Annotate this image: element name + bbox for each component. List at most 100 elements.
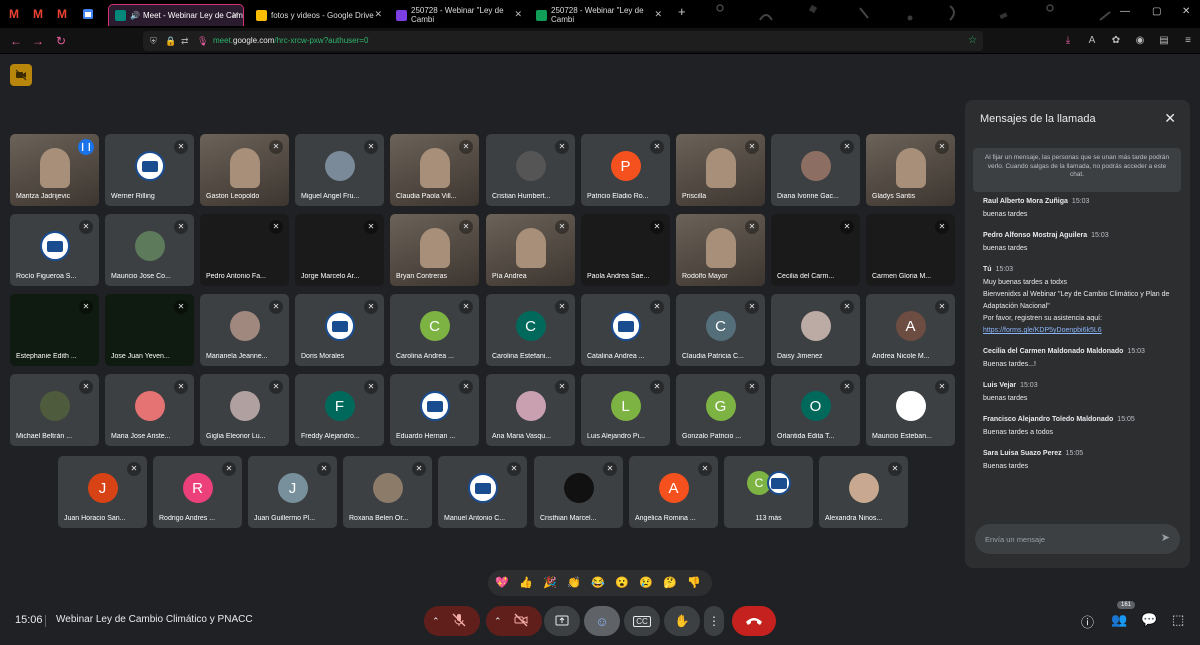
participant-tile[interactable]: ✕ Paola Andrea Sae... (581, 214, 670, 286)
participant-tile[interactable]: ✕ Gladys Santis (866, 134, 955, 206)
participant-tile[interactable]: ✕ Jose Juan Yeven... (105, 294, 194, 366)
participant-tile[interactable]: ✕ Bryan Contreras (390, 214, 479, 286)
mic-off-icon[interactable] (452, 613, 466, 630)
participant-tile[interactable]: ❙❙ Maritza Jadrijevic (10, 134, 99, 206)
party-popper-icon[interactable]: 🎉 (542, 575, 558, 591)
participant-tile[interactable]: C ✕ Carolina Estefani... (486, 294, 575, 366)
participant-tile[interactable]: ✕ Michael Beltrán ... (10, 374, 99, 446)
forward-icon[interactable]: → (32, 34, 44, 48)
thumbs-down-icon[interactable]: 👎 (686, 575, 702, 591)
participant-tile[interactable]: P ✕ Patricio Eladio Ro... (581, 134, 670, 206)
participant-tile[interactable]: C ✕ Claudia Patricia C... (676, 294, 765, 366)
participant-tile[interactable]: ✕ Mauricio Jose Co... (105, 214, 194, 286)
people-icon[interactable]: 👥 (1111, 612, 1127, 628)
participant-tile[interactable]: ✕ Estephanie Edith ... (10, 294, 99, 366)
close-window-icon[interactable]: ✕ (1182, 6, 1190, 17)
calendar-pinned-tab-icon[interactable] (80, 6, 96, 22)
thinking-icon[interactable]: 🤔 (662, 575, 678, 591)
minimize-icon[interactable]: — (1120, 6, 1130, 17)
gmail-pinned-tab-icon[interactable]: M (54, 6, 70, 22)
chat-input[interactable] (985, 531, 1155, 547)
send-icon[interactable]: ➤ (1161, 531, 1170, 544)
url-text[interactable]: meet.google.com/hrc-xrcw-pxw?authuser=0 (213, 31, 368, 51)
extension-icon[interactable]: ✿ (1110, 35, 1122, 47)
participant-tile[interactable]: ✕ Carmen Gloria M... (866, 214, 955, 286)
participant-tile[interactable]: A ✕ Andrea Nicole M... (866, 294, 955, 366)
participant-tile[interactable]: F ✕ Freddy Alejandro... (295, 374, 384, 446)
camera-off-icon[interactable] (514, 613, 528, 630)
participant-tile[interactable]: ✕ Diana Ivonne Gac... (771, 134, 860, 206)
gmail-pinned-tab-icon[interactable]: M (6, 6, 22, 22)
participant-tile[interactable]: ✕ Ana Maria Vasqu... (486, 374, 575, 446)
participant-tile[interactable]: ✕ Pedro Antonio Fa... (200, 214, 289, 286)
sparkling-heart-icon[interactable]: 💖 (494, 575, 510, 591)
participant-tile[interactable]: ✕ Werner Rilling (105, 134, 194, 206)
download-icon[interactable]: ⤓ (1062, 35, 1074, 47)
tab-meet[interactable]: 🔊 Meet - Webinar Ley de Cam ✕ (108, 4, 244, 26)
participant-tile[interactable]: J ✕ Juan Horacio San... (58, 456, 147, 528)
gmail-pinned-tab-icon[interactable]: M (30, 6, 46, 22)
participant-tile[interactable]: ✕ Doris Morales (295, 294, 384, 366)
surprised-icon[interactable]: 😮 (614, 575, 630, 591)
participant-tile[interactable]: ✕ Marianela Jeanne... (200, 294, 289, 366)
leave-call-button[interactable] (732, 606, 776, 636)
participant-tile[interactable]: ✕ Jorge Marcelo Ar... (295, 214, 384, 286)
video-options-chevron-icon[interactable]: ⌃ (494, 616, 502, 627)
participant-tile[interactable]: C ✕ Carolina Andrea ... (390, 294, 479, 366)
more-options-button[interactable]: ⋮ (704, 606, 724, 636)
participant-tile[interactable]: L ✕ Luis Alejandro Pi... (581, 374, 670, 446)
permissions-icon[interactable]: ⇄ (181, 31, 189, 51)
participant-tile[interactable]: ✕ Gaston Leopoldo (200, 134, 289, 206)
meeting-info-icon[interactable]: ⓘ (1081, 612, 1094, 631)
participant-tile[interactable]: ✕ Cecilia del Carm... (771, 214, 860, 286)
participant-tile[interactable]: ✕ Maria Jose Ariste... (105, 374, 194, 446)
reactions-button[interactable]: ☺ (584, 606, 620, 636)
back-icon[interactable]: ← (10, 34, 22, 48)
close-tab-icon[interactable]: ✕ (514, 9, 522, 20)
activities-icon[interactable]: ⬚ (1172, 612, 1184, 628)
clapping-hands-icon[interactable]: 👏 (566, 575, 582, 591)
chat-icon[interactable]: 💬 (1141, 612, 1157, 628)
close-chat-icon[interactable]: ✕ (1164, 110, 1176, 127)
participant-tile[interactable]: O ✕ Orlantida Edita T... (771, 374, 860, 446)
participant-tile[interactable]: ✕ Giglia Eleonor Lu... (200, 374, 289, 446)
participant-tile[interactable]: ✕ Miguel Angel Fru... (295, 134, 384, 206)
present-screen-button[interactable] (544, 606, 580, 636)
participant-tile[interactable]: ✕ Claudia Paola Vill... (390, 134, 479, 206)
tab-drive[interactable]: fotos y videos - Google Drive ✕ (250, 4, 386, 26)
participant-tile[interactable]: J ✕ Juan Guillermo Pl... (248, 456, 337, 528)
participant-tile[interactable]: ✕ Rocío Figueroa S... (10, 214, 99, 286)
audio-playing-icon[interactable]: 🔊 (130, 11, 140, 20)
menu-icon[interactable]: ≡ (1182, 35, 1194, 47)
laughing-icon[interactable]: 😂 (590, 575, 606, 591)
message-link[interactable]: https://forms.gle/KDP5yDoenpbi6k5L6 (983, 327, 1102, 334)
participant-tile[interactable]: A ✕ Angelica Romina ... (629, 456, 718, 528)
participant-tile[interactable]: ✕ Rodolfo Mayor (676, 214, 765, 286)
bookmark-star-icon[interactable]: ☆ (968, 31, 977, 51)
close-tab-icon[interactable]: ✕ (231, 10, 239, 21)
participant-tile[interactable]: ✕ Roxana Belen Or... (343, 456, 432, 528)
thumbs-up-icon[interactable]: 👍 (518, 575, 534, 591)
reload-icon[interactable]: ↻ (56, 34, 66, 48)
audio-options-chevron-icon[interactable]: ⌃ (432, 616, 440, 627)
url-bar[interactable]: ⛨ 🔒 ⇄ 🎙 meet.google.com/hrc-xrcw-pxw?aut… (143, 31, 983, 51)
participant-tile[interactable]: ✕ Manuel Antonio C... (438, 456, 527, 528)
captions-button[interactable]: CC (624, 606, 660, 636)
new-tab-button[interactable]: + (678, 4, 686, 19)
participant-tile[interactable]: ✕ Mauricio Esteban... (866, 374, 955, 446)
participant-tile[interactable]: ✕ Cristian Humbert... (486, 134, 575, 206)
participant-tile[interactable]: ✕ Catalina Andrea ... (581, 294, 670, 366)
participant-tile[interactable]: ✕ Alexandra Ninos... (819, 456, 908, 528)
crying-icon[interactable]: 😢 (638, 575, 654, 591)
shield-icon[interactable]: ⛨ (150, 31, 157, 51)
participant-tile[interactable]: G ✕ Gonzalo Patricio ... (676, 374, 765, 446)
tab-sheets[interactable]: 250728 - Webinar "Ley de Cambi ✕ (530, 4, 666, 26)
microphone-active-icon[interactable]: 🎙 (197, 31, 208, 51)
participant-tile[interactable]: ✕ Cristhian Marcel... (534, 456, 623, 528)
tab-forms[interactable]: 250728 - Webinar "Ley de Cambi ✕ (390, 4, 526, 26)
maximize-icon[interactable]: ▢ (1152, 6, 1161, 17)
participant-tile[interactable]: ✕ Priscilla (676, 134, 765, 206)
participant-tile[interactable]: R ✕ Rodrigo Andres ... (153, 456, 242, 528)
self-view-camera-off-icon[interactable] (10, 64, 32, 86)
raise-hand-button[interactable]: ✋ (664, 606, 700, 636)
